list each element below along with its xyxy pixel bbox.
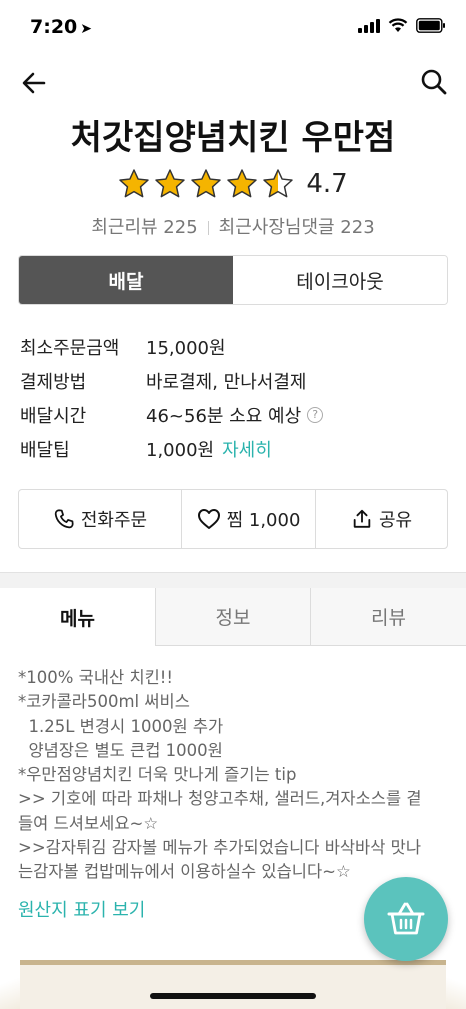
review-meta: 최근리뷰 225 최근사장님댓글 223: [0, 213, 466, 239]
info-label: 배달시간: [20, 406, 87, 427]
notice-line: 는감자볼 컵밥메뉴에서 이용하실수 있습니다~☆: [18, 862, 351, 882]
status-time-text: 7:20: [30, 16, 78, 38]
star-icon: [155, 169, 186, 198]
phone-icon: [54, 509, 74, 529]
info-label: 결제방법: [20, 372, 87, 393]
delivery-tab[interactable]: 배달: [19, 256, 233, 304]
info-value: 1,000원: [146, 440, 215, 461]
star-half-icon: [263, 169, 294, 198]
notice-line: *100% 국내산 치킨!!: [18, 668, 174, 687]
takeout-tab[interactable]: 테이크아웃: [233, 256, 447, 304]
info-value: 46~56분 소요 예상: [146, 406, 302, 427]
owner-replies-link[interactable]: 최근사장님댓글 223: [219, 217, 375, 238]
info-value: 15,000원: [146, 338, 226, 359]
store-info: 최소주문금액 15,000원 결제방법 바로결제, 만나서결제 배달시간 46~…: [20, 330, 450, 466]
divider: [207, 221, 209, 235]
cart-button[interactable]: [364, 877, 448, 961]
location-arrow-icon: ➤: [80, 21, 92, 37]
info-label: 배달팁: [20, 440, 70, 461]
status-bar: 7:20 ➤: [0, 0, 466, 56]
basket-icon: [387, 902, 425, 935]
store-name: 처갓집양념치킨 우만점: [70, 118, 396, 158]
notice-line: *코카콜라500ml 써비스: [18, 692, 190, 712]
recent-reviews-link[interactable]: 최근리뷰 225: [91, 217, 197, 238]
arrow-left-icon[interactable]: [20, 68, 50, 98]
tab-info[interactable]: 정보: [155, 588, 310, 646]
favorite-label: 찜 1,000: [226, 510, 301, 531]
status-time: 7:20 ➤: [30, 16, 92, 38]
store-notice: *100% 국내산 치킨!! *코카콜라500ml 써비스 1.25L 변경시 …: [18, 666, 448, 885]
notice-line: 양념장은 별도 큰컵 1000원: [18, 740, 223, 760]
home-indicator[interactable]: [150, 993, 316, 999]
notice-line: >>감자튀김 감자볼 메뉴가 추가되었습니다 바삭바삭 맛나: [18, 838, 422, 858]
notice-line: 1.25L 변경시 1000원 추가: [18, 716, 224, 736]
info-row-payment: 결제방법 바로결제, 만나서결제: [20, 364, 450, 398]
help-icon[interactable]: ?: [307, 407, 324, 423]
notice-line: >> 기호에 따라 파채나 청양고추채, 샐러드,겨자소스를 곁: [18, 789, 422, 809]
order-type-toggle: 배달 테이크아웃: [18, 255, 448, 305]
origin-info-link[interactable]: 원산지 표기 보기: [18, 896, 145, 922]
rating-row: 4.7: [0, 168, 466, 200]
favorite-button[interactable]: 찜 1,000: [182, 490, 316, 548]
battery-icon: [416, 18, 446, 33]
content-tabs: 메뉴 정보 리뷰: [0, 588, 466, 646]
tab-review[interactable]: 리뷰: [310, 588, 466, 646]
tab-menu[interactable]: 메뉴: [0, 588, 155, 646]
notice-line: *우만점양념치킨 더욱 맛나게 즐기는 tip: [18, 765, 297, 785]
call-order-button[interactable]: 전화주문: [19, 490, 182, 548]
heart-icon: [197, 509, 220, 529]
rating-value: 4.7: [306, 169, 348, 199]
info-value: 바로결제, 만나서결제: [146, 372, 307, 393]
info-label: 최소주문금액: [20, 338, 120, 359]
share-label: 공유: [378, 510, 413, 531]
info-row-min-order: 최소주문금액 15,000원: [20, 330, 450, 364]
delivery-tip-detail-link[interactable]: 자세히: [222, 436, 272, 462]
star-icon: [191, 169, 222, 198]
share-icon: [353, 509, 371, 528]
status-icons: [358, 18, 446, 33]
share-button[interactable]: 공유: [316, 490, 447, 548]
promo-banner[interactable]: [20, 960, 446, 1009]
star-icon: [227, 169, 258, 198]
wifi-icon: [388, 18, 408, 33]
call-order-label: 전화주문: [80, 510, 148, 531]
info-row-delivery-tip: 배달팁 1,000원 자세히: [20, 432, 450, 466]
notice-line: 들여 드셔보세요~☆: [18, 813, 159, 833]
info-row-delivery-time: 배달시간 46~56분 소요 예상 ?: [20, 398, 450, 432]
cellular-signal-icon: [358, 18, 380, 33]
search-icon[interactable]: [420, 68, 448, 96]
section-divider: [0, 572, 466, 588]
action-bar: 전화주문 찜 1,000 공유: [18, 489, 448, 549]
star-icon: [119, 169, 150, 198]
